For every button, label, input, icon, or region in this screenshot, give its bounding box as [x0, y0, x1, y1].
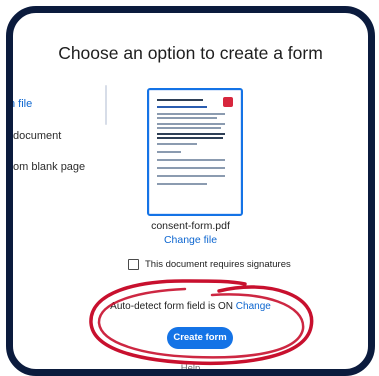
- dialog-frame: Choose an option to create a form n file…: [6, 6, 375, 376]
- signature-option[interactable]: This document requires signatures: [128, 259, 291, 270]
- sidebar-selection-indicator: [105, 85, 107, 125]
- preview-line: [157, 167, 225, 169]
- preview-line: [157, 175, 225, 177]
- sidebar-item-scan-document[interactable]: document: [13, 130, 61, 142]
- logo-icon: [223, 97, 233, 107]
- help-link[interactable]: Help: [13, 363, 368, 369]
- sidebar-item-label: om blank page: [13, 161, 86, 173]
- preview-line: [157, 159, 225, 161]
- sidebar-item-label: n file: [9, 98, 33, 110]
- preview-line: [157, 127, 221, 129]
- preview-line: [157, 183, 207, 185]
- preview-line: [157, 117, 217, 119]
- preview-line: [157, 99, 203, 101]
- preview-line: [157, 123, 225, 125]
- auto-detect-change-link[interactable]: Change: [236, 301, 271, 312]
- signature-checkbox[interactable]: [128, 259, 139, 270]
- preview-line: [157, 133, 225, 135]
- preview-line: [157, 113, 225, 115]
- preview-line: [157, 151, 181, 153]
- document-preview: [157, 97, 233, 206]
- create-form-button[interactable]: Create form: [167, 327, 233, 349]
- sidebar-item-blank-page[interactable]: om blank page: [13, 161, 85, 173]
- sidebar-item-from-file[interactable]: n file: [13, 98, 36, 110]
- auto-detect-text: Auto-detect form field is ON: [110, 301, 233, 312]
- dialog-title: Choose an option to create a form: [58, 43, 323, 63]
- sidebar-item-label: document: [13, 130, 62, 142]
- preview-line: [157, 106, 207, 108]
- preview-line: [157, 137, 223, 139]
- file-name: consent-form.pdf: [151, 220, 230, 232]
- change-file-link[interactable]: Change file: [13, 234, 368, 246]
- signature-label: This document requires signatures: [145, 259, 291, 270]
- preview-line: [157, 143, 197, 145]
- document-thumbnail[interactable]: [147, 88, 243, 216]
- auto-detect-status: Auto-detect form field is ON Change: [13, 301, 368, 312]
